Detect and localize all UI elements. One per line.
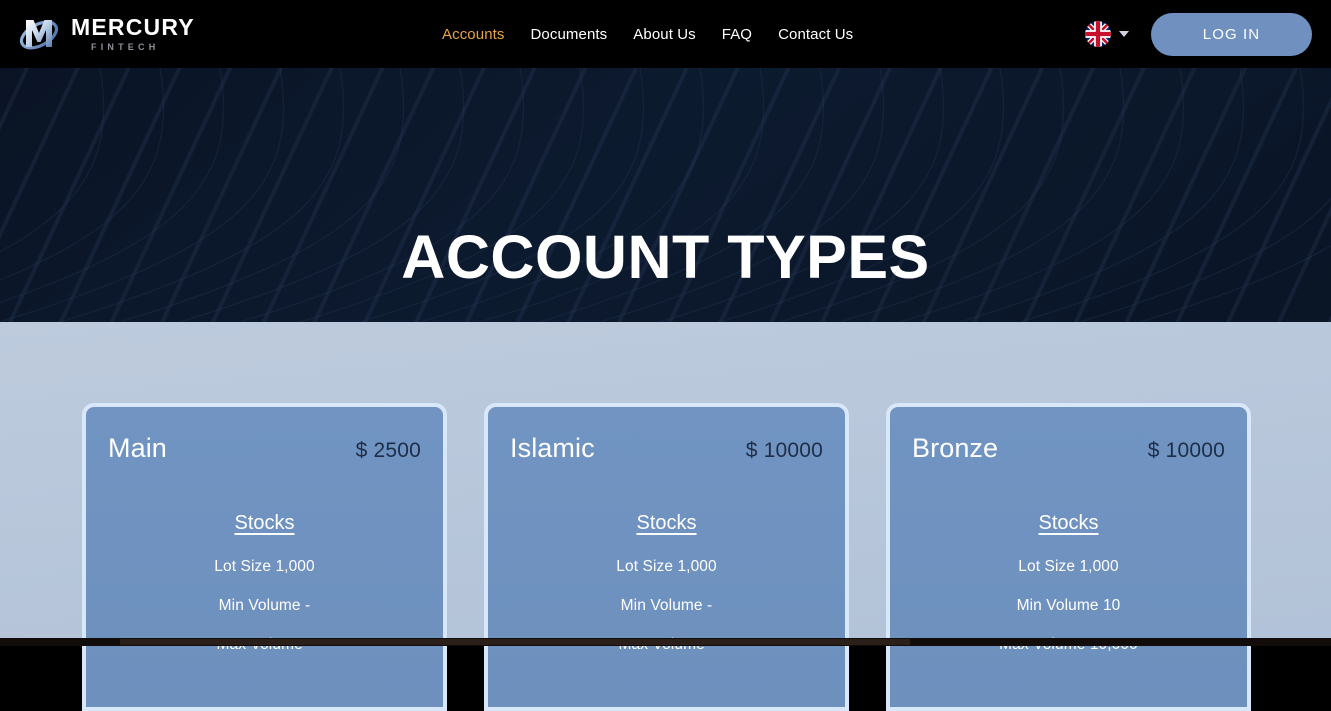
language-selector[interactable] (1085, 21, 1129, 47)
card-spec-lot-size: Lot Size 1,000 (108, 558, 421, 576)
nav-item-documents[interactable]: Documents (518, 26, 621, 43)
logo-subtitle: FINTECH (71, 43, 195, 52)
card-account-price: $ 2500 (356, 439, 421, 463)
card-section-title: Stocks (912, 512, 1225, 535)
card-spec-lot-size: Lot Size 1,000 (912, 558, 1225, 576)
card-account-name: Bronze (912, 433, 998, 464)
card-header: Bronze $ 10000 (912, 433, 1225, 464)
mercury-m-orbit-logo-icon (16, 11, 62, 57)
card-account-name: Main (108, 433, 167, 464)
nav-item-about-us[interactable]: About Us (620, 26, 709, 43)
account-card[interactable]: Bronze $ 10000 Stocks Lot Size 1,000 Min… (886, 403, 1251, 711)
main-navigation: Accounts Documents About Us FAQ Contact … (429, 0, 866, 68)
account-card[interactable]: Islamic $ 10000 Stocks Lot Size 1,000 Mi… (484, 403, 849, 711)
card-spec-lot-size: Lot Size 1,000 (510, 558, 823, 576)
card-account-price: $ 10000 (746, 439, 823, 463)
card-header: Main $ 2500 (108, 433, 421, 464)
nav-item-faq[interactable]: FAQ (709, 26, 765, 43)
account-types-section: Main $ 2500 Stocks Lot Size 1,000 Min Vo… (0, 322, 1331, 642)
card-section-title: Stocks (108, 512, 421, 535)
card-spec-min-volume: Min Volume - (510, 597, 823, 615)
card-account-price: $ 10000 (1148, 439, 1225, 463)
account-card[interactable]: Main $ 2500 Stocks Lot Size 1,000 Min Vo… (82, 403, 447, 711)
header-actions: LOG IN (1085, 0, 1312, 68)
site-header: MERCURY FINTECH Accounts Documents About… (0, 0, 1331, 68)
nav-item-contact-us[interactable]: Contact Us (765, 26, 866, 43)
card-account-name: Islamic (510, 433, 595, 464)
horizontal-scrollbar-thumb[interactable] (120, 639, 910, 645)
page-title: ACCOUNT TYPES (0, 227, 1331, 288)
hero-banner: ACCOUNT TYPES (0, 68, 1331, 322)
logo-name: MERCURY (71, 16, 195, 39)
uk-flag-icon (1085, 21, 1111, 47)
account-cards-row: Main $ 2500 Stocks Lot Size 1,000 Min Vo… (82, 403, 1251, 711)
logo[interactable]: MERCURY FINTECH (16, 10, 195, 58)
chevron-down-icon (1119, 31, 1129, 37)
card-spec-min-volume: Min Volume - (108, 597, 421, 615)
nav-item-accounts[interactable]: Accounts (429, 26, 518, 43)
card-section-title: Stocks (510, 512, 823, 535)
horizontal-scrollbar-track[interactable] (0, 638, 1331, 646)
login-button[interactable]: LOG IN (1151, 13, 1312, 56)
card-spec-min-volume: Min Volume 10 (912, 597, 1225, 615)
card-header: Islamic $ 10000 (510, 433, 823, 464)
